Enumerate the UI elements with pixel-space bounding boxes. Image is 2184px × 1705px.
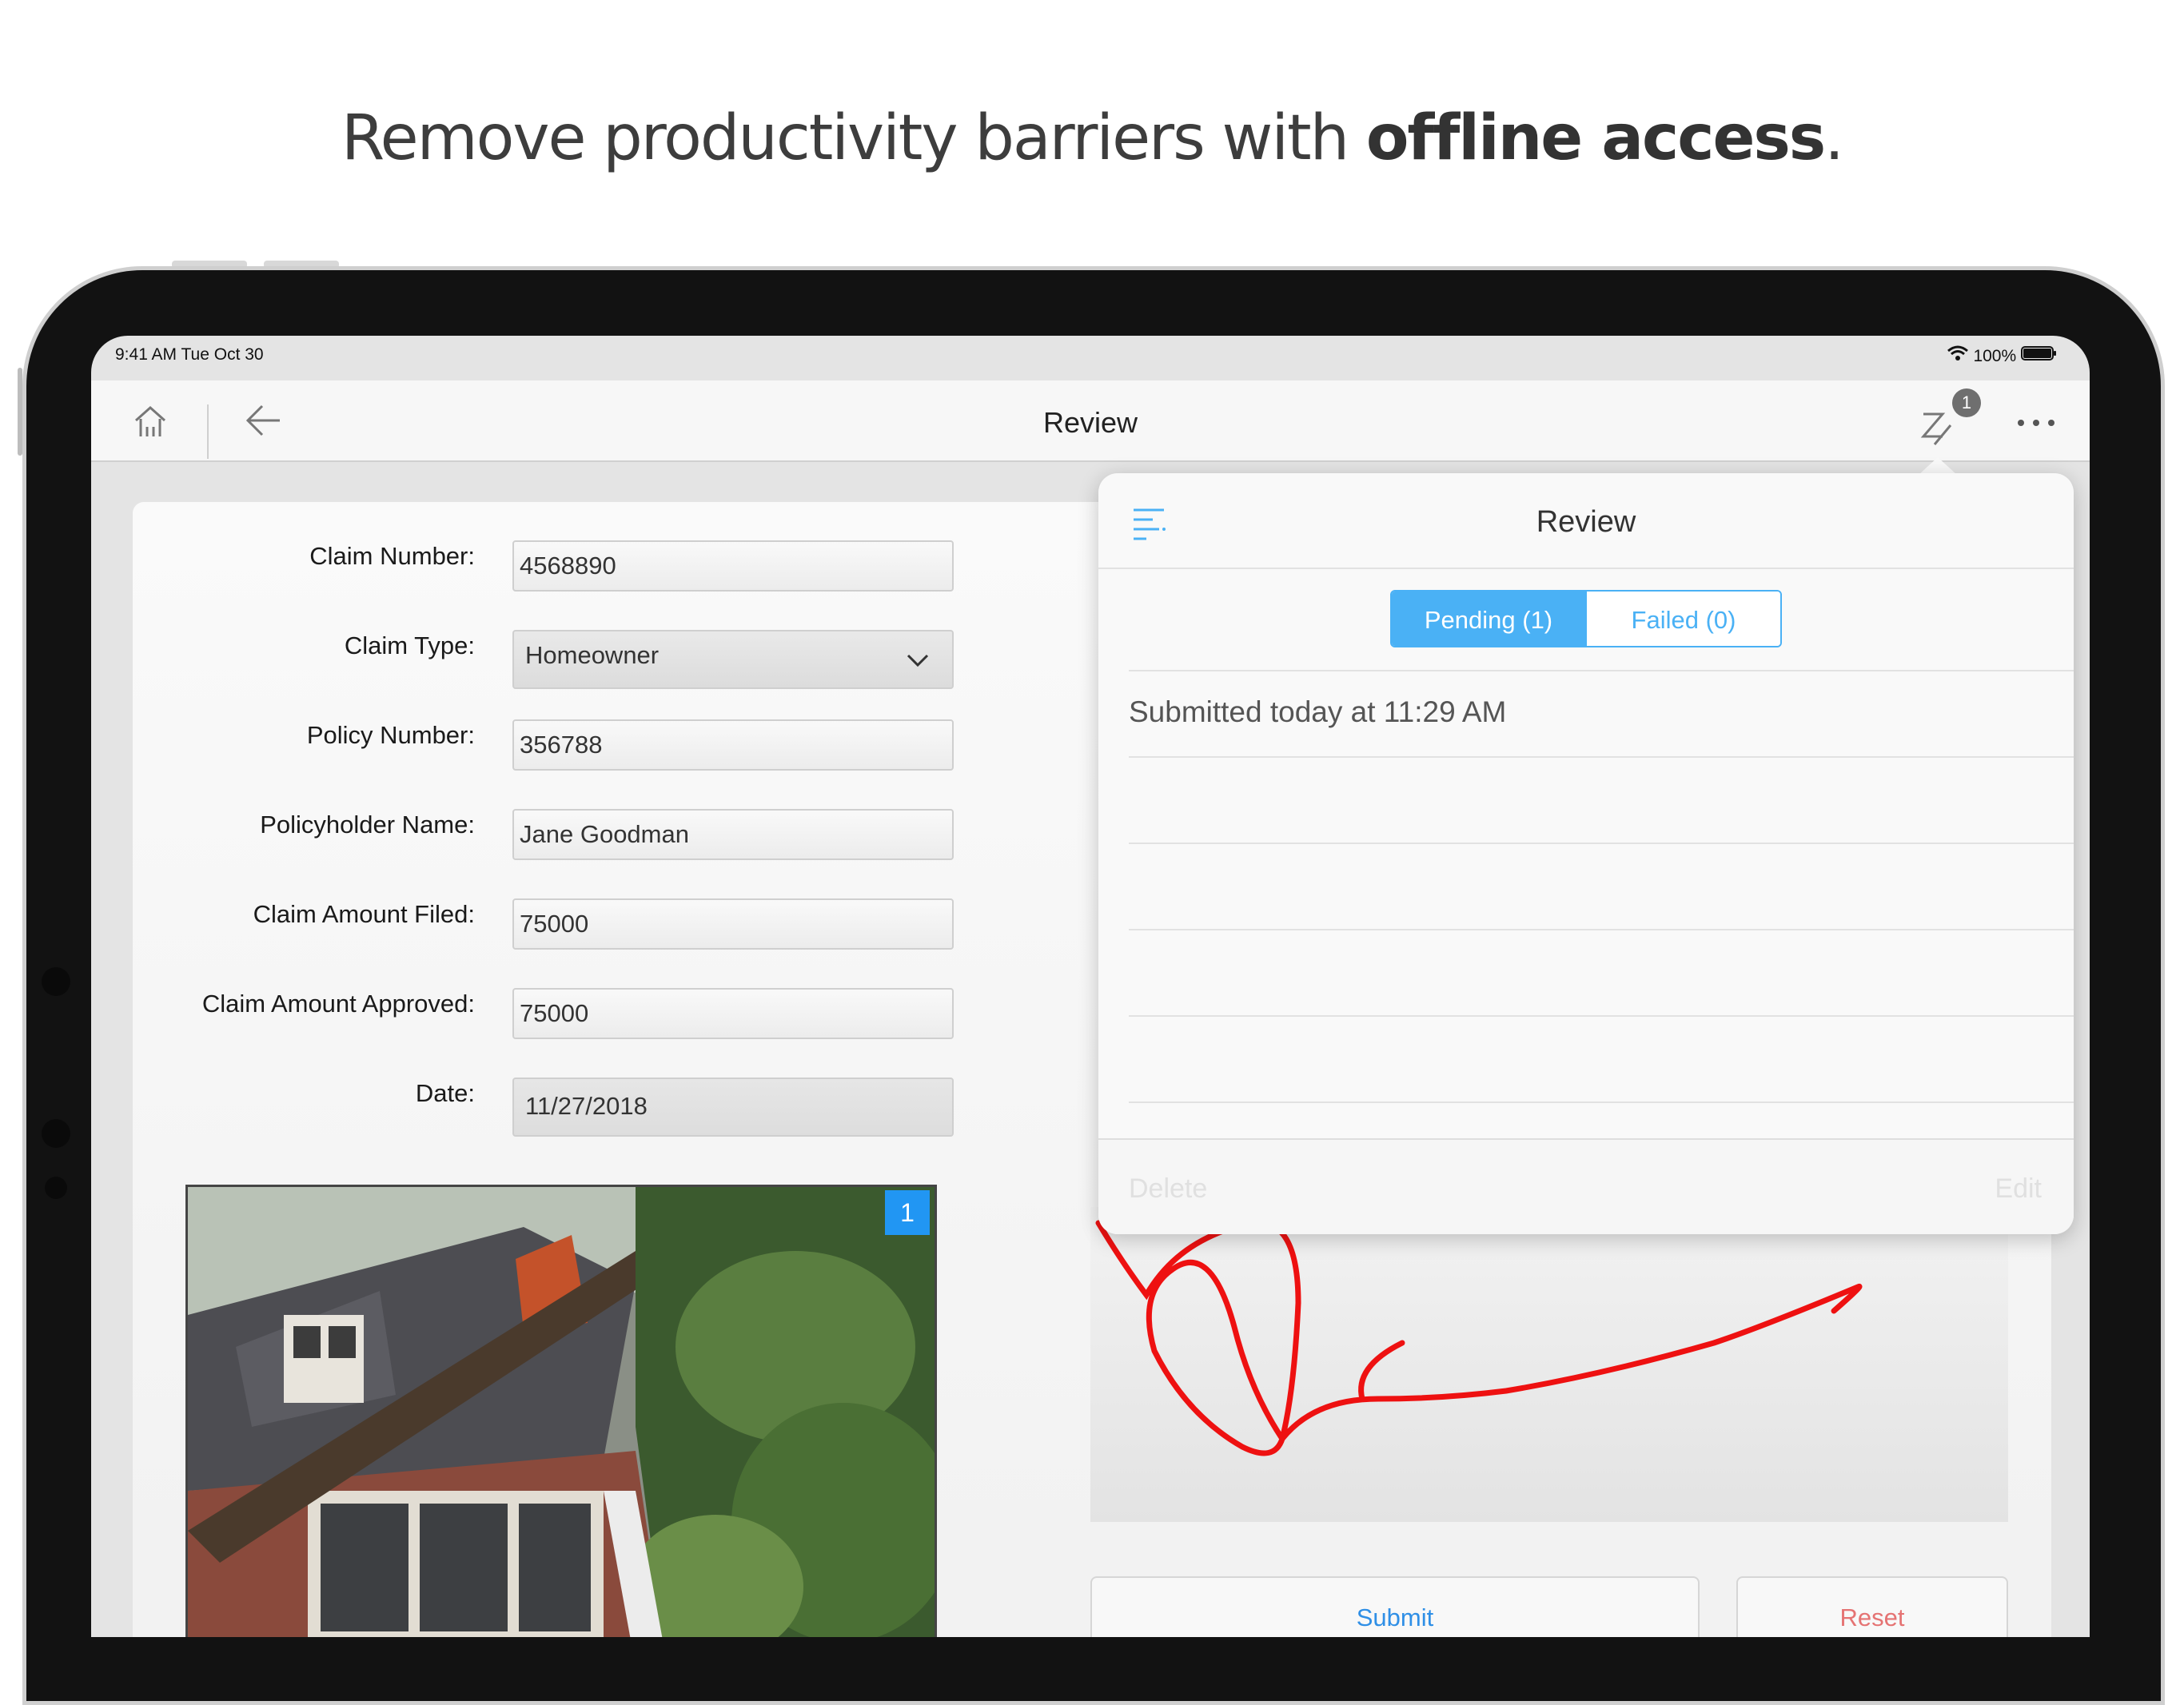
divider — [1129, 756, 2074, 758]
reset-button[interactable]: Reset — [1736, 1576, 2008, 1637]
divider — [1129, 843, 2074, 844]
field-label: Claim Type: — [344, 631, 475, 659]
field-label: Claim Amount Filed: — [253, 900, 475, 928]
wifi-icon — [1947, 345, 1974, 365]
device-camera-dot — [42, 1119, 70, 1148]
field-label: Policyholder Name: — [260, 811, 475, 839]
claim-amount-filed-field[interactable]: 75000 — [512, 898, 954, 950]
sync-queue-icon[interactable] — [1919, 409, 1957, 452]
sync-badge: 1 — [1952, 388, 1981, 417]
more-icon[interactable] — [2016, 417, 2056, 432]
device-side-button — [18, 368, 22, 456]
status-bar: 9:41 AM Tue Oct 30 100% — [91, 336, 2090, 380]
policy-number-field[interactable]: 356788 — [512, 719, 954, 771]
page-title: Review — [1042, 406, 1138, 439]
popover-title: Review — [1536, 505, 1636, 539]
field-label: Claim Amount Approved: — [201, 990, 475, 1018]
claim-amount-approved-field[interactable]: 75000 — [512, 988, 954, 1039]
photo-count-badge: 1 — [885, 1190, 930, 1235]
edit-button[interactable]: Edit — [1995, 1173, 2042, 1205]
field-label: Claim Number: — [309, 542, 475, 570]
claim-number-field[interactable]: 4568890 — [512, 540, 954, 592]
app-screen: 9:41 AM Tue Oct 30 100% Review 1 Claim N… — [91, 336, 2090, 1637]
field-label: Date: — [415, 1079, 475, 1107]
status-right: 100% — [1947, 345, 2058, 366]
delete-button[interactable]: Delete — [1129, 1173, 1207, 1205]
nav-bar: Review — [91, 380, 2090, 462]
field-label: Policy Number: — [306, 721, 475, 749]
review-popover: Review Pending (1) Failed (0) Submitted … — [1098, 473, 2074, 1234]
divider — [1129, 1101, 2074, 1103]
headline-bold: offline access — [1365, 102, 1826, 174]
divider — [1129, 929, 2074, 930]
divider — [1129, 670, 2074, 671]
house-photo-illustration — [188, 1187, 935, 1637]
divider — [1129, 1015, 2074, 1017]
battery-icon — [2021, 346, 2058, 365]
status-time: 9:41 AM Tue Oct 30 — [115, 345, 264, 364]
chevron-down-icon — [906, 646, 930, 675]
submit-button[interactable]: Submit — [1090, 1576, 1700, 1637]
device-sensor-dot — [45, 1177, 67, 1199]
claim-type-select[interactable]: Homeowner — [512, 630, 954, 689]
status-segmented-control: Pending (1) Failed (0) — [1390, 590, 1782, 647]
date-field[interactable]: 11/27/2018 — [512, 1078, 954, 1137]
damage-photo[interactable]: 1 — [185, 1185, 937, 1637]
signature-stroke — [1095, 1219, 1863, 1456]
list-item[interactable]: Submitted today at 11:29 AM — [1129, 695, 1506, 729]
headline: Remove productivity barriers with offlin… — [341, 102, 1844, 174]
popover-footer: Delete Edit — [1098, 1138, 2074, 1234]
claim-type-value: Homeowner — [525, 641, 660, 669]
tab-failed[interactable]: Failed (0) — [1585, 592, 1780, 646]
battery-percent: 100% — [1973, 347, 2017, 365]
policyholder-name-field[interactable]: Jane Goodman — [512, 809, 954, 860]
popover-header: Review — [1098, 473, 2074, 569]
popover-arrow — [1919, 457, 1957, 475]
device-camera-dot — [42, 967, 70, 996]
tab-pending[interactable]: Pending (1) — [1392, 592, 1585, 646]
